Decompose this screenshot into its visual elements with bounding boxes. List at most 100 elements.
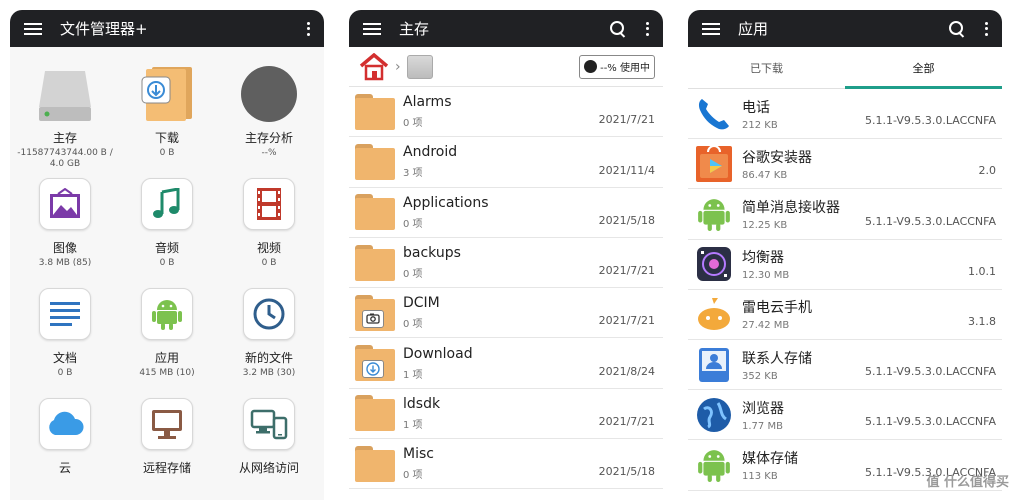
folder-row[interactable]: Misc 0 项 2021/5/18 (349, 439, 663, 490)
menu-icon[interactable] (702, 22, 720, 35)
app-row[interactable]: 雷电云手机 27.42 MB 3.1.8 (688, 290, 1002, 340)
top-app-bar: 应用 (688, 10, 1002, 47)
search-icon[interactable] (609, 20, 627, 38)
app-row[interactable]: 联系人存储 352 KB 5.1.1-V9.5.3.0.LACCNFA (688, 340, 1002, 391)
folder-icon (355, 395, 395, 432)
app-version: 5.1.1-V9.5.3.0.LACCNFA (865, 214, 996, 228)
folder-row[interactable]: ldsdk 1 项 2021/7/21 (349, 389, 663, 440)
folder-row[interactable]: Applications 0 项 2021/5/18 (349, 188, 663, 238)
folder-name: DCIM (403, 295, 440, 312)
category-label: 云 (58, 461, 71, 475)
tab-downloaded[interactable]: 已下载 (688, 47, 845, 88)
folder-row[interactable]: DCIM 0 项 2021/7/21 (349, 288, 663, 339)
folder-icon (355, 445, 395, 482)
category-label: 从网络访问 (238, 461, 299, 475)
category-subtext: 3.2 MB (30) (242, 368, 296, 378)
android-icon (696, 196, 732, 232)
monitor-icon (141, 398, 193, 450)
app-version: 1.0.1 (968, 264, 996, 278)
app-filter-tabs: 已下载 全部 (688, 47, 1002, 89)
category-label: 下载 (154, 131, 179, 145)
category-remote-storage[interactable]: 远程存储 (116, 395, 218, 497)
overflow-menu-icon[interactable] (639, 20, 655, 38)
search-icon[interactable] (948, 20, 966, 38)
category-recent-files[interactable]: 新的文件 3.2 MB (30) (218, 285, 320, 387)
app-name: 雷电云手机 (742, 300, 812, 317)
screen-title: 应用 (738, 20, 769, 38)
category-label: 音频 (154, 241, 179, 255)
category-subtext: 0 B (159, 258, 175, 268)
app-version: 5.1.1-V9.5.3.0.LACCNFA (865, 415, 996, 429)
screen-title: 主存 (399, 20, 430, 38)
app-row[interactable]: 电话 212 KB 5.1.1-V9.5.3.0.LACCNFA (688, 89, 1002, 140)
phone-icon (696, 96, 732, 132)
category-network-access[interactable]: 从网络访问 (218, 395, 320, 497)
category-storage-analysis[interactable]: 主存分析 --% (218, 65, 320, 167)
folder-date: 2021/5/18 (598, 213, 655, 227)
folder-name: ldsdk (403, 395, 441, 412)
category-subtext: --% (261, 148, 277, 158)
overflow-menu-icon[interactable] (978, 20, 994, 38)
app-row[interactable]: 浏览器 1.77 MB 5.1.1-V9.5.3.0.LACCNFA (688, 390, 1002, 441)
file-manager-home-screen: 文件管理器+ 主存 -11587743744.00 B / 4.0 GB 下载 … (10, 10, 324, 500)
category-downloads[interactable]: 下载 0 B (116, 65, 218, 167)
folder-date: 2021/5/18 (598, 465, 655, 479)
home-icon[interactable] (359, 52, 389, 81)
category-audio[interactable]: 音频 0 B (116, 175, 218, 277)
category-label: 视频 (256, 241, 281, 255)
folder-row[interactable]: backups 0 项 2021/7/21 (349, 238, 663, 289)
app-size: 86.47 KB (742, 169, 788, 181)
play-store-icon (696, 144, 732, 182)
overflow-menu-icon[interactable] (300, 20, 316, 38)
image-icon (39, 178, 91, 230)
category-label: 主存 (52, 131, 77, 145)
folder-row[interactable]: Android 3 项 2021/11/4 (349, 137, 663, 188)
app-row[interactable]: 均衡器 12.30 MB 1.0.1 (688, 240, 1002, 290)
cloud-icon (39, 398, 91, 450)
film-icon (243, 178, 295, 230)
drive-icon (36, 65, 94, 123)
main-storage-browser-screen: 主存 › --% 使用中 Alarms 0 项 2021/7/21 Android… (349, 10, 663, 500)
android-icon (696, 447, 732, 483)
network-devices-icon (243, 398, 295, 450)
folder-icon (355, 244, 395, 281)
tab-all[interactable]: 全部 (845, 47, 1002, 89)
menu-icon[interactable] (24, 22, 42, 35)
menu-icon[interactable] (363, 22, 381, 35)
document-icon (39, 288, 91, 340)
chevron-right-icon: › (395, 58, 401, 75)
category-cloud[interactable]: 云 (14, 395, 116, 497)
category-subtext: -11587743744.00 B / 4.0 GB (17, 148, 113, 169)
camera-folder-icon (355, 294, 395, 331)
download-folder-icon (355, 345, 395, 382)
category-label: 远程存储 (142, 461, 191, 475)
folder-icon (355, 143, 395, 180)
app-row[interactable]: 简单消息接收器 12.25 KB 5.1.1-V9.5.3.0.LACCNFA (688, 189, 1002, 240)
app-row[interactable]: 谷歌安装器 86.47 KB 2.0 (688, 139, 1002, 190)
category-documents[interactable]: 文档 0 B (14, 285, 116, 387)
category-video[interactable]: 视频 0 B (218, 175, 320, 277)
watermark: 值 什么值得买 (926, 475, 1009, 490)
folder-row[interactable]: Download 1 项 2021/8/24 (349, 338, 663, 389)
category-label: 文档 (52, 351, 77, 365)
folder-date: 2021/8/24 (598, 364, 655, 378)
folder-name: Download (403, 345, 473, 362)
category-main-storage[interactable]: 主存 -11587743744.00 B / 4.0 GB (14, 65, 116, 169)
usage-label: --% 使用中 (600, 63, 650, 74)
app-name: 均衡器 (742, 250, 784, 267)
folder-row[interactable]: Alarms 0 项 2021/7/21 (349, 87, 663, 138)
usage-pie-icon (584, 60, 598, 73)
folder-name: Applications (403, 194, 489, 211)
top-app-bar: 文件管理器+ (10, 10, 324, 47)
category-images[interactable]: 图像 3.8 MB (85) (14, 175, 116, 277)
category-subtext: 415 MB (10) (139, 368, 195, 378)
storage-usage-chip[interactable]: --% 使用中 (579, 54, 655, 79)
drive-icon[interactable] (406, 54, 433, 79)
category-label: 主存分析 (244, 131, 293, 145)
app-version: 2.0 (978, 164, 997, 178)
category-apps[interactable]: 应用 415 MB (10) (116, 285, 218, 387)
download-folder-icon (138, 65, 196, 123)
folder-icon (355, 93, 395, 130)
folder-name: Misc (403, 446, 434, 463)
folder-list: Alarms 0 项 2021/7/21 Android 3 项 2021/11/4… (349, 87, 663, 490)
